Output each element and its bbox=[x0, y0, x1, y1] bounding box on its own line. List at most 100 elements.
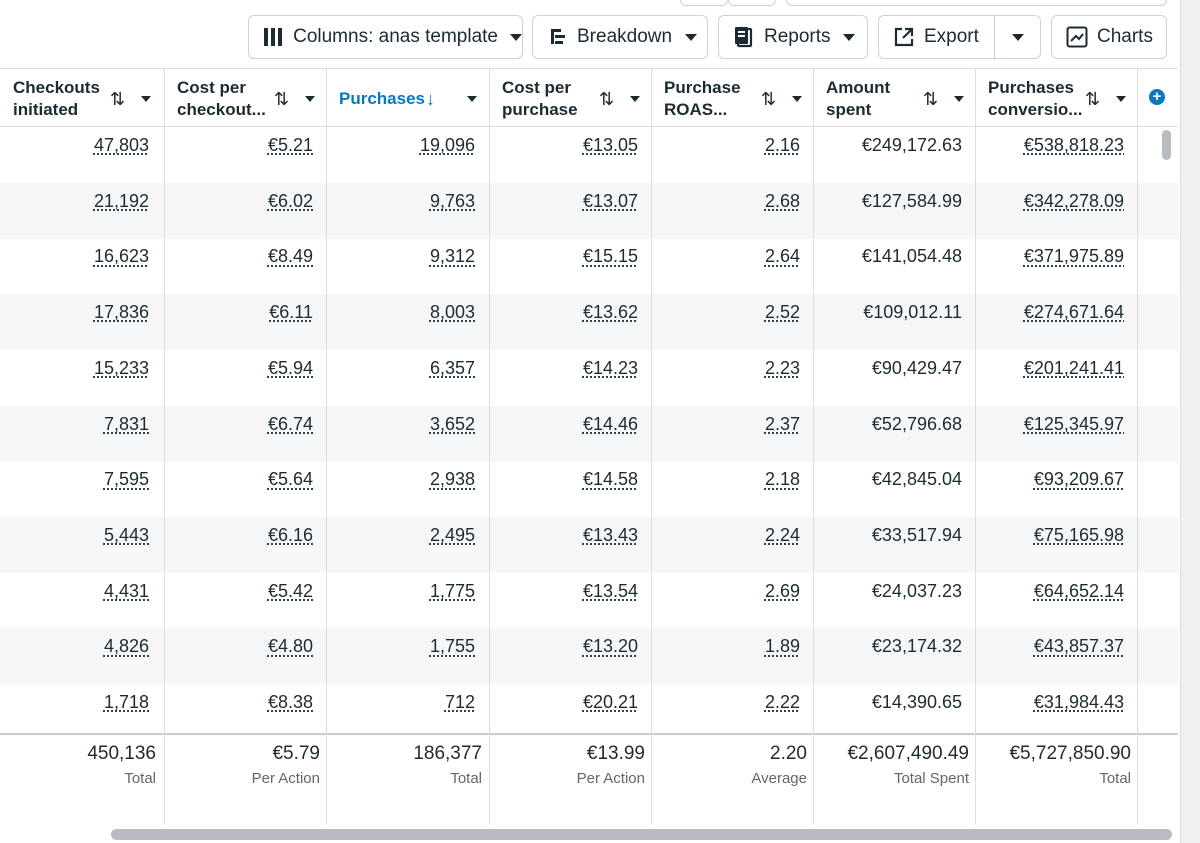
table-row[interactable]: 7,595 €5.64 2,938 €14.58 2.18 €42,845.04 €93,2… bbox=[0, 461, 1178, 517]
table-cell[interactable]: 2.24 bbox=[765, 525, 800, 546]
table-cell[interactable]: 16,623 bbox=[94, 246, 149, 267]
table-cell[interactable]: €13.07 bbox=[583, 191, 638, 212]
table-cell[interactable]: €538,818.23 bbox=[1024, 135, 1124, 156]
table-cell[interactable]: 2.23 bbox=[765, 358, 800, 379]
top-search-stub[interactable] bbox=[786, 0, 1167, 6]
column-menu-chevron-icon[interactable] bbox=[954, 96, 964, 102]
sort-descending-icon[interactable]: ↓ bbox=[426, 88, 435, 110]
sort-icon[interactable]: ⇅ bbox=[599, 88, 614, 110]
column-header[interactable]: Purchases conversio... ⇅ bbox=[975, 69, 1137, 127]
table-cell[interactable]: 4,431 bbox=[104, 581, 149, 602]
export-label[interactable]: Export bbox=[924, 26, 979, 48]
column-menu-chevron-icon[interactable] bbox=[305, 96, 315, 102]
table-cell[interactable]: 1,755 bbox=[430, 636, 475, 657]
table-cell[interactable]: €6.11 bbox=[269, 302, 313, 323]
table-cell[interactable]: €43,857.37 bbox=[1034, 636, 1124, 657]
table-cell[interactable]: 2.64 bbox=[765, 246, 800, 267]
table-cell[interactable]: 712 bbox=[445, 692, 475, 713]
table-cell[interactable]: €31,984.43 bbox=[1034, 692, 1124, 713]
table-cell[interactable]: €4.80 bbox=[268, 636, 313, 657]
horizontal-scrollbar[interactable] bbox=[111, 829, 1172, 840]
table-cell[interactable]: €6.02 bbox=[268, 191, 313, 212]
column-menu-chevron-icon[interactable] bbox=[141, 96, 151, 102]
column-header[interactable]: Cost per checkout... ⇅ bbox=[164, 69, 326, 127]
column-menu-chevron-icon[interactable] bbox=[630, 96, 640, 102]
table-cell[interactable]: 1,775 bbox=[430, 581, 475, 602]
table-cell[interactable]: €13.05 bbox=[583, 135, 638, 156]
column-header[interactable]: Purchases ↓ bbox=[326, 69, 488, 127]
table-cell[interactable]: €342,278.09 bbox=[1024, 191, 1124, 212]
table-cell[interactable]: 2.37 bbox=[765, 414, 800, 435]
table-row[interactable]: 15,233 €5.94 6,357 €14.23 2.23 €90,429.47 €201… bbox=[0, 350, 1178, 406]
column-menu-chevron-icon[interactable] bbox=[792, 96, 802, 102]
table-cell[interactable]: 9,312 bbox=[430, 246, 475, 267]
table-cell[interactable]: €5.64 bbox=[268, 469, 313, 490]
table-row[interactable]: 17,836 €6.11 8,003 €13.62 2.52 €109,012.11 €27… bbox=[0, 294, 1178, 351]
table-row[interactable]: 4,826 €4.80 1,755 €13.20 1.89 €23,174.32 €43,8… bbox=[0, 628, 1178, 685]
table-cell[interactable]: €13.43 bbox=[583, 525, 638, 546]
column-menu-chevron-icon[interactable] bbox=[467, 96, 477, 102]
table-cell[interactable]: 2.52 bbox=[765, 302, 800, 323]
table-cell[interactable]: €8.38 bbox=[268, 692, 313, 713]
table-cell[interactable]: €371,975.89 bbox=[1024, 246, 1124, 267]
table-cell[interactable]: €20.21 bbox=[583, 692, 638, 713]
table-cell[interactable]: €13.20 bbox=[583, 636, 638, 657]
table-cell[interactable]: 21,192 bbox=[94, 191, 149, 212]
table-cell[interactable]: 2.22 bbox=[765, 692, 800, 713]
table-cell[interactable]: 2.16 bbox=[765, 135, 800, 156]
table-cell[interactable]: €125,345.97 bbox=[1024, 414, 1124, 435]
table-cell[interactable]: 1.89 bbox=[765, 636, 800, 657]
top-control-stub[interactable] bbox=[728, 0, 776, 6]
columns-button[interactable]: Columns: anas template bbox=[248, 15, 523, 59]
table-cell[interactable]: 4,826 bbox=[104, 636, 149, 657]
table-row[interactable]: 21,192 €6.02 9,763 €13.07 2.68 €127,584.99 €34… bbox=[0, 182, 1178, 239]
add-column-icon[interactable]: + bbox=[1149, 89, 1165, 105]
table-cell[interactable]: €5.21 bbox=[268, 135, 313, 156]
table-cell[interactable]: €6.74 bbox=[268, 414, 313, 435]
table-cell[interactable]: 8,003 bbox=[430, 302, 475, 323]
column-header[interactable]: Cost per purchase ⇅ bbox=[489, 69, 651, 127]
sort-icon[interactable]: ⇅ bbox=[1085, 88, 1100, 110]
sort-icon[interactable]: ⇅ bbox=[274, 88, 289, 110]
column-header[interactable]: Purchase ROAS... ⇅ bbox=[651, 69, 813, 127]
table-cell[interactable]: 2,938 bbox=[430, 469, 475, 490]
table-cell[interactable]: €14.23 bbox=[583, 358, 638, 379]
table-cell[interactable]: €5.94 bbox=[268, 358, 313, 379]
table-cell[interactable]: €5.42 bbox=[268, 581, 313, 602]
table-row[interactable]: 1,718 €8.38 712 €20.21 2.22 €14,390.65 €31,984… bbox=[0, 684, 1178, 740]
vertical-scrollbar[interactable] bbox=[1162, 130, 1171, 160]
table-cell[interactable]: 5,443 bbox=[104, 525, 149, 546]
column-header[interactable]: Amount spent ⇅ bbox=[813, 69, 975, 127]
table-cell[interactable]: 9,763 bbox=[430, 191, 475, 212]
table-cell[interactable]: €13.54 bbox=[583, 581, 638, 602]
table-cell[interactable]: 7,831 bbox=[104, 414, 149, 435]
table-cell[interactable]: 2.68 bbox=[765, 191, 800, 212]
sort-icon[interactable]: ⇅ bbox=[923, 88, 938, 110]
table-row[interactable]: 7,831 €6.74 3,652 €14.46 2.37 €52,796.68 €125,… bbox=[0, 405, 1178, 462]
table-cell[interactable]: 3,652 bbox=[430, 414, 475, 435]
table-cell[interactable]: €274,671.64 bbox=[1024, 302, 1124, 323]
table-cell[interactable]: €64,652.14 bbox=[1034, 581, 1124, 602]
column-header[interactable]: Checkouts initiated ⇅ bbox=[0, 69, 162, 127]
table-row[interactable]: 5,443 €6.16 2,495 €13.43 2.24 €33,517.94 €75,1… bbox=[0, 516, 1178, 573]
table-cell[interactable]: 2.18 bbox=[765, 469, 800, 490]
top-control-stub[interactable] bbox=[680, 0, 728, 6]
table-cell[interactable]: 47,803 bbox=[94, 135, 149, 156]
table-cell[interactable]: 15,233 bbox=[94, 358, 149, 379]
column-menu-chevron-icon[interactable] bbox=[1116, 96, 1126, 102]
table-cell[interactable]: 1,718 bbox=[104, 692, 149, 713]
table-cell[interactable]: €14.58 bbox=[583, 469, 638, 490]
table-cell[interactable]: 2.69 bbox=[765, 581, 800, 602]
table-cell[interactable]: €201,241.41 bbox=[1024, 358, 1124, 379]
table-cell[interactable]: 6,357 bbox=[430, 358, 475, 379]
table-cell[interactable]: €93,209.67 bbox=[1034, 469, 1124, 490]
reports-button[interactable]: Reports bbox=[718, 15, 868, 59]
table-row[interactable]: 47,803 €5.21 19,096 €13.05 2.16 €249,172.63 €5… bbox=[0, 127, 1178, 183]
table-cell[interactable]: €15.15 bbox=[583, 246, 638, 267]
charts-button[interactable]: Charts bbox=[1051, 15, 1167, 59]
export-dropdown-chevron-icon[interactable] bbox=[1012, 34, 1024, 41]
sort-icon[interactable]: ⇅ bbox=[110, 88, 125, 110]
table-cell[interactable]: 19,096 bbox=[420, 135, 475, 156]
table-cell[interactable]: 17,836 bbox=[94, 302, 149, 323]
breakdown-button[interactable]: Breakdown bbox=[532, 15, 708, 59]
